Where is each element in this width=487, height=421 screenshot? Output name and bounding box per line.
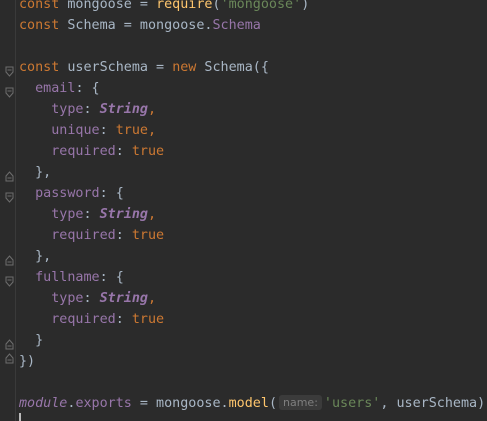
module-token: module [19,396,68,411]
punctuation-token: , [148,207,157,222]
indent-token [19,312,51,327]
string-token: 'mongoose' [220,0,302,12]
code-line[interactable]: }, [19,246,51,267]
function-token: require [156,0,213,12]
keyword-token: true [115,123,148,138]
code-token: : [115,312,132,327]
fold-close-icon[interactable] [5,339,14,350]
code-line[interactable]: }, [19,162,51,183]
code-line[interactable]: required: true [19,225,164,246]
code-line[interactable]: const mongoose = require('mongoose') [19,0,309,15]
code-token: = mongoose. [131,396,229,411]
code-token: }) [19,354,36,369]
property-token: required [51,228,116,243]
code-token: : [115,144,132,159]
code-line[interactable]: fullname: { [19,267,124,288]
code-token: }, [19,249,52,264]
property-token: type [51,291,84,306]
code-line[interactable]: }) [19,351,35,372]
property-token: exports [75,396,132,411]
code-token: userSchema = [59,60,173,75]
property-token: type [51,207,84,222]
code-line[interactable]: type: String, [19,204,156,225]
code-line[interactable]: const userSchema = new Schema({ [19,57,269,78]
indent-token [19,207,51,222]
code-token: : [83,291,100,306]
keyword-token: const [19,0,60,12]
code-line[interactable]: password: { [19,183,124,204]
keyword-token: true [131,312,165,327]
property-token: email [35,81,76,96]
property-token: type [51,102,84,117]
type-token: String [99,102,148,117]
property-token: Schema [212,18,261,33]
indent-token [19,102,51,117]
code-line[interactable]: } [19,330,43,351]
code-line[interactable]: required: true [19,141,164,162]
indent-token [19,144,51,159]
fold-open-icon[interactable] [5,192,14,203]
keyword-token: true [131,228,165,243]
property-token: password [35,186,100,201]
property-token: required [51,312,116,327]
indent-token [19,123,51,138]
fold-close-icon[interactable] [5,171,14,182]
code-token: Schema({ [196,60,269,75]
code-token: ( [268,396,277,411]
code-line[interactable]: required: true [19,309,164,330]
code-line[interactable]: const Schema = mongoose.Schema [19,15,261,36]
function-token: model [228,396,269,411]
text-caret [19,413,21,421]
code-token: , userSchema) [380,396,486,411]
code-token: : [83,207,100,222]
code-token: : [83,102,100,117]
punctuation-token: , [148,123,157,138]
indent-token [19,186,35,201]
type-token: String [99,207,148,222]
fold-open-icon[interactable] [5,66,14,77]
code-token: : [99,123,116,138]
code-token: ) [301,0,310,12]
fold-close-icon[interactable] [5,255,14,266]
string-token: 'users' [323,396,381,411]
code-line[interactable]: type: String, [19,288,156,309]
code-token: Schema = mongoose. [59,18,213,33]
parameter-hint: name: [279,395,322,410]
indent-token [19,228,51,243]
indent-token [19,81,35,96]
code-token: : { [75,81,100,96]
code-line[interactable]: unique: true, [19,120,156,141]
code-token: } [19,333,44,348]
punctuation-token: , [148,102,157,117]
keyword-token: const [19,60,60,75]
code-token: : { [99,270,124,285]
code-line[interactable]: type: String, [19,99,156,120]
fold-open-icon[interactable] [5,87,14,98]
code-token: : { [99,186,124,201]
code-editor[interactable]: const mongoose = require('mongoose') con… [0,0,487,421]
fold-open-icon[interactable] [5,276,14,287]
code-line[interactable]: email: { [19,78,100,99]
code-token: mongoose = [59,0,157,12]
code-token: }, [19,165,52,180]
keyword-token: true [131,144,165,159]
property-token: fullname [35,270,100,285]
fold-close-icon[interactable] [5,353,14,364]
property-token: unique [51,123,100,138]
property-token: required [51,144,116,159]
keyword-token: const [19,18,60,33]
keyword-token: new [172,60,197,75]
indent-token [19,270,35,285]
code-token: ( [212,0,221,12]
code-token: : [115,228,132,243]
type-token: String [99,291,148,306]
code-line[interactable]: module.exports = mongoose.model(name:'us… [19,393,485,414]
punctuation-token: , [148,291,157,306]
indent-token [19,291,51,306]
gutter-divider [15,0,16,421]
